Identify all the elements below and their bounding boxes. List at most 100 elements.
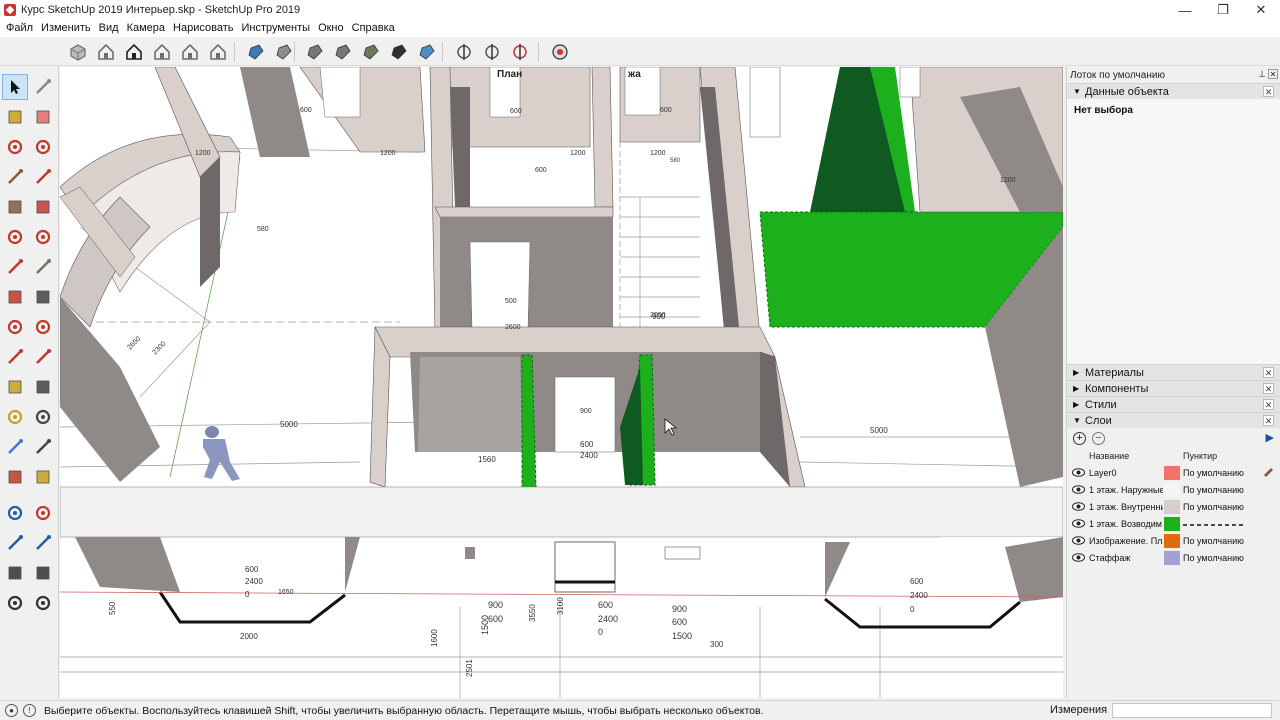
eraser-icon[interactable] bbox=[30, 104, 56, 130]
left-view-icon[interactable] bbox=[206, 40, 230, 64]
layer-dash-value[interactable]: По умолчанию bbox=[1183, 553, 1247, 563]
layer-name[interactable]: 1 этаж. Внутренни bbox=[1089, 502, 1163, 512]
orbit-tool-icon[interactable] bbox=[2, 464, 28, 490]
protractor-icon[interactable] bbox=[2, 404, 28, 430]
rotated-rectangle-icon[interactable] bbox=[30, 164, 56, 190]
visibility-eye-icon[interactable] bbox=[1067, 502, 1089, 511]
menu-tools[interactable]: Инструменты bbox=[237, 22, 314, 34]
panel-close-icon[interactable]: ✕ bbox=[1263, 383, 1274, 394]
layer-dash-value[interactable]: По умолчанию bbox=[1183, 485, 1247, 495]
section-plane-tool-icon[interactable] bbox=[30, 590, 56, 616]
position-camera-icon[interactable] bbox=[2, 560, 28, 586]
3d-text-icon[interactable] bbox=[30, 434, 56, 460]
drawing-viewport[interactable]: План жа 600 600 600 1200 1200 1200 1200 580 600 5… bbox=[60, 67, 1063, 698]
tape-measure-icon[interactable] bbox=[2, 374, 28, 400]
freehand-tool-icon[interactable] bbox=[30, 134, 56, 160]
make-component-icon[interactable] bbox=[30, 74, 56, 100]
panel-close-icon[interactable]: ✕ bbox=[1263, 367, 1274, 378]
right-view-icon[interactable] bbox=[150, 40, 174, 64]
move-tool-icon[interactable] bbox=[2, 284, 28, 310]
layer-color-swatch[interactable] bbox=[1164, 533, 1180, 548]
zoom-tool-icon[interactable] bbox=[2, 500, 28, 526]
layer-dash-value[interactable]: По умолчанию bbox=[1183, 502, 1247, 512]
layer-color-swatch[interactable] bbox=[1164, 516, 1180, 531]
rotate-tool-icon[interactable] bbox=[2, 314, 28, 340]
menu-file[interactable]: Файл bbox=[2, 22, 37, 34]
offset-tool-icon[interactable] bbox=[30, 344, 56, 370]
back-edges-icon[interactable] bbox=[272, 40, 296, 64]
text-tool-icon[interactable] bbox=[30, 404, 56, 430]
top-view-icon[interactable] bbox=[94, 40, 118, 64]
iso-view-icon[interactable] bbox=[66, 40, 90, 64]
menu-view[interactable]: Вид bbox=[95, 22, 123, 34]
look-around-icon[interactable] bbox=[30, 560, 56, 586]
col-dash-header[interactable]: Пунктир bbox=[1183, 451, 1217, 461]
scale-tool-icon[interactable] bbox=[2, 344, 28, 370]
tray-close-icon[interactable]: ✕ bbox=[1268, 69, 1278, 79]
layer-name[interactable]: 1 этаж. Наружные bbox=[1089, 485, 1163, 495]
panel-close-icon[interactable]: ✕ bbox=[1263, 399, 1274, 410]
col-name-header[interactable]: Название bbox=[1089, 451, 1183, 461]
section-cuts-icon[interactable] bbox=[480, 40, 504, 64]
geo-location-status-icon[interactable]: ● bbox=[5, 704, 18, 717]
menu-help[interactable]: Справка bbox=[348, 22, 399, 34]
zoom-extents-icon[interactable] bbox=[2, 530, 28, 556]
zoom-window-icon[interactable] bbox=[30, 500, 56, 526]
front-view-icon[interactable] bbox=[122, 40, 146, 64]
panel-materials[interactable]: ▶ Материалы ✕ bbox=[1067, 364, 1280, 380]
geo-location-icon[interactable] bbox=[548, 40, 572, 64]
layer-name[interactable]: Layer0 bbox=[1089, 468, 1163, 478]
panel-styles[interactable]: ▶ Стили ✕ bbox=[1067, 396, 1280, 412]
arc-2point-icon[interactable] bbox=[30, 254, 56, 280]
info-status-icon[interactable]: ! bbox=[23, 704, 36, 717]
panel-close-icon[interactable]: ✕ bbox=[1263, 415, 1274, 426]
menu-draw[interactable]: Нарисовать bbox=[169, 22, 237, 34]
select-tool-icon[interactable] bbox=[2, 74, 28, 100]
section-fill-icon[interactable] bbox=[508, 40, 532, 64]
add-layer-icon[interactable]: + bbox=[1073, 431, 1086, 445]
measurements-input[interactable] bbox=[1112, 703, 1272, 718]
pin-icon[interactable]: ⊥ bbox=[1258, 69, 1266, 80]
layer-dash-value[interactable] bbox=[1183, 519, 1247, 529]
visibility-eye-icon[interactable] bbox=[1067, 553, 1089, 562]
layer-row[interactable]: 1 этаж. Наружные По умолчанию bbox=[1067, 481, 1280, 498]
layer-row[interactable]: 1 этаж. Возводим bbox=[1067, 515, 1280, 532]
push-pull-icon[interactable] bbox=[30, 284, 56, 310]
circle-tool-icon[interactable] bbox=[2, 194, 28, 220]
visibility-eye-icon[interactable] bbox=[1067, 519, 1089, 528]
arc-3point-icon[interactable] bbox=[30, 224, 56, 250]
walk-tool-icon[interactable] bbox=[2, 590, 28, 616]
rectangle-tool-icon[interactable] bbox=[2, 164, 28, 190]
arc-tool-icon[interactable] bbox=[2, 224, 28, 250]
close-button[interactable]: ✕ bbox=[1242, 0, 1280, 20]
dimension-tool-icon[interactable] bbox=[30, 374, 56, 400]
layer-color-swatch[interactable] bbox=[1164, 550, 1180, 565]
layer-row[interactable]: Layer0 По умолчанию bbox=[1067, 464, 1280, 481]
pie-tool-icon[interactable] bbox=[2, 254, 28, 280]
panel-components[interactable]: ▶ Компоненты ✕ bbox=[1067, 380, 1280, 396]
menu-window[interactable]: Окно bbox=[314, 22, 348, 34]
monochrome-icon[interactable] bbox=[415, 40, 439, 64]
visibility-eye-icon[interactable] bbox=[1067, 468, 1089, 477]
layer-color-swatch[interactable] bbox=[1164, 499, 1180, 514]
panel-layers[interactable]: ▼ Слои ✕ bbox=[1067, 412, 1280, 428]
layer-name[interactable]: 1 этаж. Возводим bbox=[1089, 519, 1163, 529]
panel-close-icon[interactable]: ✕ bbox=[1263, 86, 1274, 97]
line-tool-icon[interactable] bbox=[2, 134, 28, 160]
visibility-eye-icon[interactable] bbox=[1067, 485, 1089, 494]
panel-entity-info[interactable]: ▼ Данные объекта ✕ bbox=[1067, 83, 1280, 99]
layer-color-swatch[interactable] bbox=[1164, 465, 1180, 480]
layer-dash-value[interactable]: По умолчанию bbox=[1183, 468, 1247, 478]
pan-tool-icon[interactable] bbox=[30, 464, 56, 490]
layer-dash-value[interactable]: По умолчанию bbox=[1183, 536, 1247, 546]
back-view-icon[interactable] bbox=[178, 40, 202, 64]
xray-icon[interactable] bbox=[244, 40, 268, 64]
layer-name[interactable]: Изображение. Пла bbox=[1089, 536, 1163, 546]
layer-color-swatch[interactable] bbox=[1164, 482, 1180, 497]
layer-row[interactable]: Стаффаж По умолчанию bbox=[1067, 549, 1280, 566]
layer-row[interactable]: 1 этаж. Внутренни По умолчанию bbox=[1067, 498, 1280, 515]
follow-me-icon[interactable] bbox=[30, 314, 56, 340]
polygon-tool-icon[interactable] bbox=[30, 194, 56, 220]
maximize-button[interactable]: ❐ bbox=[1204, 0, 1242, 20]
menu-edit[interactable]: Изменить bbox=[37, 22, 95, 34]
